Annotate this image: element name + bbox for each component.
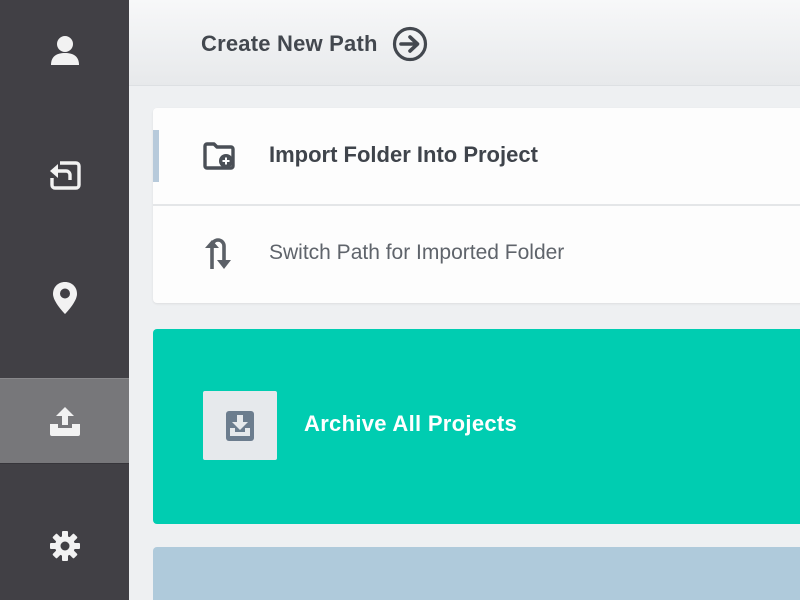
return-icon xyxy=(49,161,81,190)
arrow-circle-right-icon xyxy=(392,26,428,62)
menu-item-label: Import Folder Into Project xyxy=(269,142,538,167)
switch-arrows-icon xyxy=(201,236,237,272)
bottom-card[interactable] xyxy=(153,547,800,600)
archive-icon-box xyxy=(203,391,277,460)
create-new-path-label: Create New Path xyxy=(201,31,378,56)
menu-item-label: Switch Path for Imported Folder xyxy=(269,241,565,264)
user-icon xyxy=(50,36,79,65)
sidebar-item-return[interactable] xyxy=(0,131,129,217)
sidebar-item-profile[interactable] xyxy=(0,7,129,93)
sidebar-item-settings[interactable] xyxy=(0,503,129,589)
archive-all-projects-button[interactable]: Archive All Projects xyxy=(153,329,800,524)
menu-item-switch-path[interactable]: Switch Path for Imported Folder xyxy=(153,206,800,303)
sidebar-item-upload[interactable] xyxy=(0,378,129,464)
menu-item-import-folder[interactable]: Import Folder Into Project xyxy=(153,108,800,205)
archive-all-projects-label: Archive All Projects xyxy=(304,411,518,436)
folder-actions-card: Import Folder Into Project Switch Path f… xyxy=(153,108,800,303)
selected-indicator xyxy=(153,130,159,182)
location-pin-icon xyxy=(52,282,77,314)
archive-download-icon xyxy=(226,410,254,441)
top-bar: Create New Path xyxy=(129,0,800,86)
sidebar xyxy=(0,0,129,600)
upload-tray-icon xyxy=(49,407,80,436)
folder-add-icon xyxy=(201,138,237,174)
create-new-path-button[interactable]: Create New Path xyxy=(201,26,428,62)
gear-icon xyxy=(49,531,80,561)
sidebar-item-location[interactable] xyxy=(0,255,129,341)
